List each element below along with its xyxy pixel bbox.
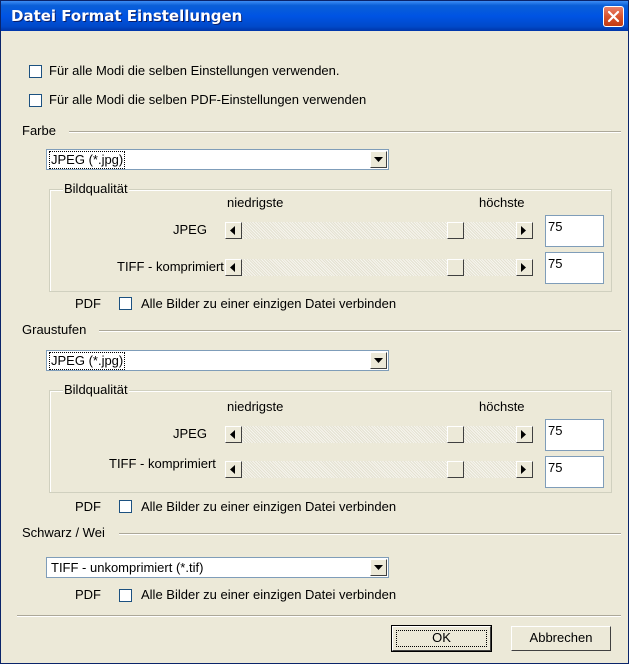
color-tiff-quality-value: 75 — [548, 256, 563, 271]
color-jpeg-quality-input[interactable]: 75 — [545, 215, 604, 247]
ok-button[interactable]: OK — [391, 625, 492, 652]
same-pdf-settings-label[interactable]: Für alle Modi die selben PDF-Einstellung… — [49, 92, 366, 108]
gray-jpeg-slider-thumb[interactable] — [447, 426, 464, 443]
color-jpeg-slider-thumb[interactable] — [447, 222, 464, 239]
cancel-button-label: Abbrechen — [529, 630, 593, 645]
bw-pdf-merge-checkbox[interactable] — [119, 589, 132, 602]
gray-jpeg-quality-value: 75 — [548, 423, 563, 438]
gray-tiff-label: TIFF - komprimiert — [109, 456, 216, 471]
arrow-right-icon — [521, 263, 526, 272]
close-icon — [607, 10, 620, 23]
gray-jpeg-label: JPEG — [173, 426, 207, 441]
color-quality-label: Bildqualität — [63, 181, 129, 197]
gray-jpeg-decrease-button[interactable] — [225, 426, 242, 443]
color-tiff-quality-input[interactable]: 75 — [545, 252, 604, 284]
color-pdf-label: PDF — [75, 296, 101, 311]
gray-tiff-slider-thumb[interactable] — [447, 461, 464, 478]
gray-quality-label: Bildqualität — [63, 382, 129, 398]
dialog-window: Datei Format Einstellungen Für alle Modi… — [0, 0, 629, 664]
gray-tiff-increase-button[interactable] — [516, 461, 533, 478]
arrow-left-icon — [230, 465, 235, 474]
same-settings-checkbox[interactable] — [29, 65, 42, 78]
bw-section-heading: Schwarz / Wei — [22, 525, 105, 540]
gray-high-label: höchste — [479, 399, 525, 414]
same-pdf-settings-checkbox[interactable] — [29, 94, 42, 107]
color-section-heading: Farbe — [22, 123, 56, 138]
gray-pdf-merge-label[interactable]: Alle Bilder zu einer einzigen Datei verb… — [141, 499, 396, 515]
color-pdf-merge-label[interactable]: Alle Bilder zu einer einzigen Datei verb… — [141, 296, 396, 312]
color-tiff-decrease-button[interactable] — [225, 259, 242, 276]
title-bar[interactable]: Datei Format Einstellungen — [1, 1, 628, 31]
arrow-left-icon — [230, 263, 235, 272]
color-low-label: niedrigste — [227, 195, 284, 210]
color-tiff-increase-button[interactable] — [516, 259, 533, 276]
color-tiff-slider-thumb[interactable] — [447, 259, 464, 276]
color-jpeg-label: JPEG — [173, 222, 207, 237]
gray-jpeg-slider-track[interactable] — [242, 426, 516, 443]
same-settings-label[interactable]: Für alle Modi die selben Einstellungen v… — [49, 63, 340, 79]
close-button[interactable] — [603, 6, 624, 27]
arrow-left-icon — [230, 226, 235, 235]
window-title: Datei Format Einstellungen — [11, 7, 243, 25]
color-section-divider — [69, 131, 621, 133]
gray-section-divider — [99, 330, 621, 332]
gray-jpeg-quality-input[interactable]: 75 — [545, 419, 604, 451]
bw-pdf-label: PDF — [75, 587, 101, 602]
color-format-value: JPEG (*.jpg) — [48, 151, 126, 169]
cancel-button[interactable]: Abbrechen — [511, 626, 611, 651]
gray-jpeg-increase-button[interactable] — [516, 426, 533, 443]
color-format-select[interactable]: JPEG (*.jpg) — [46, 149, 389, 170]
arrow-left-icon — [230, 430, 235, 439]
footer-divider — [17, 615, 621, 617]
gray-low-label: niedrigste — [227, 399, 284, 414]
gray-format-select[interactable]: JPEG (*.jpg) — [46, 350, 389, 371]
chevron-down-icon — [374, 358, 383, 363]
color-pdf-merge-checkbox[interactable] — [119, 297, 132, 310]
arrow-right-icon — [521, 430, 526, 439]
gray-section-heading: Graustufen — [22, 322, 87, 337]
gray-format-dropdown-button[interactable] — [370, 352, 387, 369]
chevron-down-icon — [374, 157, 383, 162]
bw-format-select[interactable]: TIFF - unkomprimiert (*.tif) — [46, 557, 389, 578]
gray-tiff-quality-input[interactable]: 75 — [545, 456, 604, 488]
chevron-down-icon — [374, 565, 383, 570]
bw-section-divider — [119, 533, 621, 535]
color-jpeg-slider-track[interactable] — [242, 222, 516, 239]
color-quality-group — [49, 189, 612, 292]
color-jpeg-quality-value: 75 — [548, 219, 563, 234]
gray-tiff-quality-value: 75 — [548, 460, 563, 475]
gray-format-value: JPEG (*.jpg) — [48, 352, 126, 370]
color-format-dropdown-button[interactable] — [370, 151, 387, 168]
gray-pdf-merge-checkbox[interactable] — [119, 500, 132, 513]
color-jpeg-increase-button[interactable] — [516, 222, 533, 239]
color-tiff-label: TIFF - komprimiert — [117, 259, 224, 274]
bw-format-value: TIFF - unkomprimiert (*.tif) — [51, 560, 204, 575]
color-high-label: höchste — [479, 195, 525, 210]
arrow-right-icon — [521, 226, 526, 235]
bw-pdf-merge-label[interactable]: Alle Bilder zu einer einzigen Datei verb… — [141, 587, 396, 603]
arrow-right-icon — [521, 465, 526, 474]
gray-tiff-decrease-button[interactable] — [225, 461, 242, 478]
ok-button-label: OK — [432, 630, 451, 645]
color-tiff-slider-track[interactable] — [242, 259, 516, 276]
gray-tiff-slider-track[interactable] — [242, 461, 516, 478]
color-jpeg-decrease-button[interactable] — [225, 222, 242, 239]
bw-format-dropdown-button[interactable] — [370, 559, 387, 576]
gray-pdf-label: PDF — [75, 499, 101, 514]
